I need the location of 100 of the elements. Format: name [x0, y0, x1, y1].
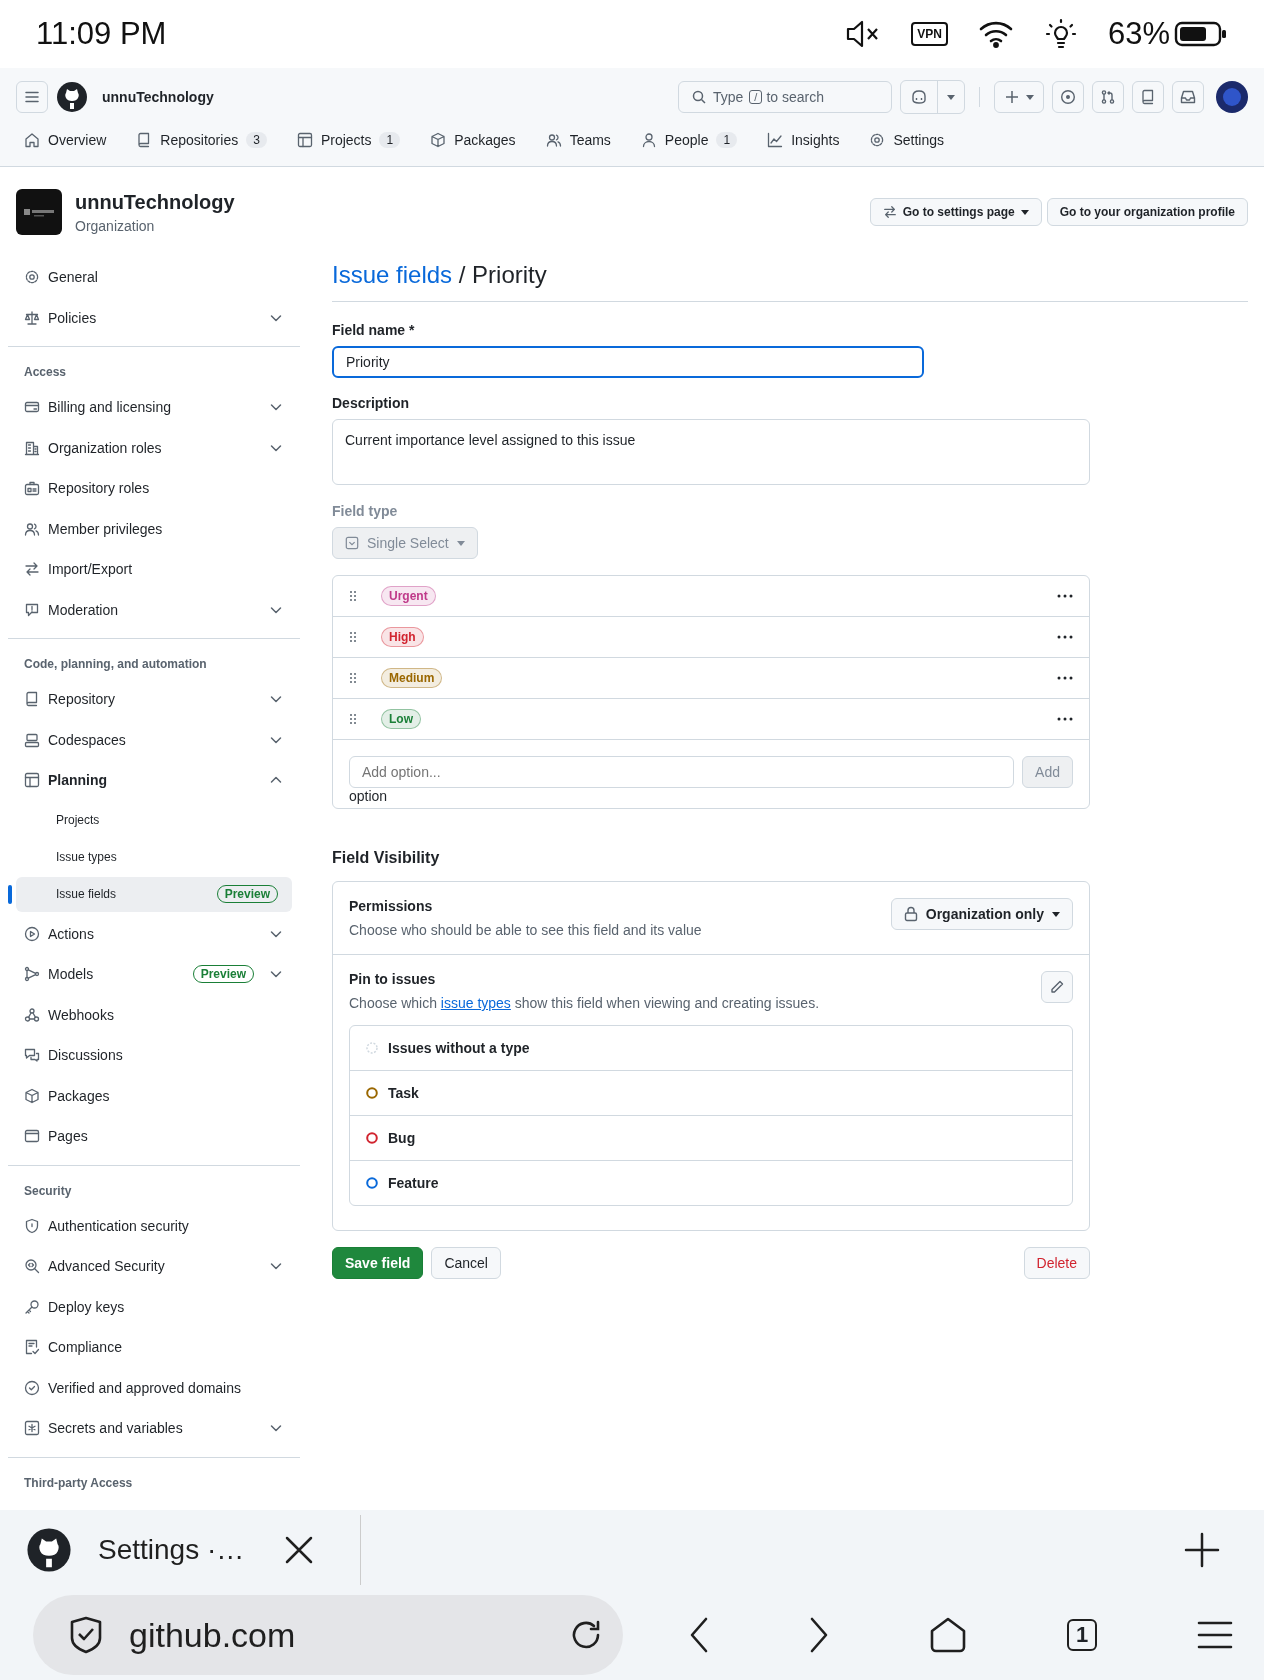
home-icon[interactable] — [929, 1616, 967, 1654]
drag-handle-icon[interactable] — [349, 672, 357, 684]
menu-button[interactable] — [16, 81, 48, 113]
sidebar-item[interactable]: Pages — [8, 1116, 300, 1157]
settings-page-button[interactable]: Go to settings page — [869, 198, 1042, 226]
breadcrumb-link[interactable]: Issue fields — [332, 261, 453, 288]
issue-type-row: Issues without a type — [350, 1026, 1072, 1070]
option-label: Low — [381, 709, 421, 729]
nav-tab[interactable]: Teams — [537, 132, 619, 148]
sidebar-subitem[interactable]: Projects — [16, 802, 292, 838]
sidebar-item[interactable]: Codespaces — [8, 719, 300, 760]
scale-icon — [24, 309, 40, 326]
address-bar[interactable]: github.com — [33, 1595, 623, 1675]
kebab-icon — [1057, 676, 1073, 680]
create-button[interactable] — [994, 81, 1044, 113]
nav-tab[interactable]: Packages — [422, 132, 524, 148]
id-card-icon — [24, 480, 40, 497]
plus-icon — [1004, 89, 1020, 105]
sidebar-item[interactable]: Billing and licensing — [8, 387, 300, 428]
drag-handle-icon[interactable] — [349, 631, 357, 643]
magnifier-icon — [24, 1258, 40, 1275]
sidebar-item[interactable]: General — [8, 257, 300, 298]
caret-icon — [1052, 911, 1060, 917]
drag-handle-icon[interactable] — [349, 713, 357, 725]
caret-icon — [1020, 209, 1029, 215]
edit-button[interactable] — [1041, 971, 1073, 1003]
book-icon — [1140, 89, 1156, 105]
field-label: Field name * — [332, 322, 415, 338]
repositories-button[interactable] — [1132, 81, 1164, 113]
battery-percent: 63% — [1107, 16, 1170, 52]
org-type: Organization — [75, 217, 156, 234]
sidebar-item[interactable]: Webhooks — [8, 994, 300, 1035]
sidebar-item[interactable]: Member privileges — [8, 508, 300, 549]
menu-icon[interactable] — [1197, 1620, 1233, 1650]
cancel-button[interactable]: Cancel — [431, 1247, 501, 1279]
sidebar-item[interactable]: Packages — [8, 1075, 300, 1116]
sidebar-item[interactable]: Moderation — [8, 589, 300, 630]
sidebar-item[interactable]: Policies — [8, 297, 300, 338]
octocat-logo-icon — [26, 1527, 72, 1573]
drag-handle-icon[interactable] — [349, 590, 357, 602]
nav-tab[interactable]: Settings — [861, 132, 952, 148]
bulb-icon — [1043, 17, 1078, 51]
sidebar-item[interactable]: Verified and approved domains — [8, 1367, 300, 1408]
sidebar-item[interactable]: Import/Export — [8, 549, 300, 590]
octocat-logo-icon[interactable] — [56, 81, 88, 113]
nav-tab[interactable]: Repositories 3 — [128, 132, 275, 148]
back-icon[interactable] — [689, 1616, 709, 1654]
sidebar-item[interactable]: Models Preview — [8, 954, 300, 995]
nav-tab[interactable]: Projects 1 — [288, 132, 409, 148]
nav-tab[interactable]: Overview — [16, 132, 115, 148]
inbox-icon — [1180, 89, 1196, 105]
gear-icon — [24, 269, 40, 286]
option-text: option — [349, 788, 388, 804]
caret-icon — [456, 540, 465, 546]
sidebar-item[interactable]: Planning — [8, 760, 300, 801]
sidebar-item[interactable]: Secrets and variables — [8, 1408, 300, 1449]
pull-requests-button[interactable] — [1092, 81, 1124, 113]
field-label: Description — [332, 395, 409, 411]
comment-icon — [24, 601, 40, 618]
description-field[interactable]: Current importance level assigned to this issue — [332, 419, 1090, 485]
name-input[interactable]: Priority — [332, 346, 924, 378]
tab-count-button[interactable]: 1 — [1067, 1619, 1097, 1651]
cube-icon — [430, 132, 447, 148]
plus-icon[interactable] — [1184, 1532, 1220, 1568]
org-name[interactable]: unnuTechnology — [102, 89, 214, 105]
forward-icon[interactable] — [809, 1616, 829, 1654]
issue-types-link[interactable]: issue types — [440, 995, 511, 1011]
laptop-icon — [24, 731, 40, 748]
sidebar-item[interactable]: Organization roles — [8, 427, 300, 468]
add-option-field[interactable]: Add option... — [349, 756, 1015, 788]
permissions-dropdown[interactable]: Organization only — [890, 898, 1073, 930]
sidebar-item[interactable]: Actions — [8, 913, 300, 954]
save-button[interactable]: Save field — [332, 1247, 424, 1279]
browser-tab-title[interactable]: Settings ·… — [98, 1534, 258, 1566]
lock-icon — [903, 906, 918, 922]
nav-tab[interactable]: People 1 — [632, 132, 746, 148]
sidebar-item[interactable]: Advanced Security — [8, 1246, 300, 1287]
sidebar-subitem[interactable]: Issue types — [16, 839, 292, 875]
sidebar-item[interactable]: Authentication security — [8, 1205, 300, 1246]
sidebar-item[interactable]: Deploy keys — [8, 1286, 300, 1327]
breadcrumb-separator: / — [458, 261, 466, 288]
sidebar-item[interactable]: Compliance — [8, 1327, 300, 1368]
browser-icon — [24, 1128, 40, 1145]
nav-tab[interactable]: Insights — [759, 132, 848, 148]
section-heading: Security — [23, 1182, 73, 1200]
sidebar-item[interactable]: Repository — [8, 679, 300, 720]
org-profile-button[interactable]: Go to your organization profile — [1046, 198, 1248, 226]
search-field[interactable]: Type / to search — [678, 81, 892, 113]
delete-button[interactable]: Delete — [1023, 1247, 1090, 1279]
nodes-icon — [24, 966, 40, 983]
avatar[interactable] — [1216, 81, 1248, 113]
close-icon[interactable] — [284, 1535, 314, 1565]
inbox-button[interactable] — [1172, 81, 1204, 113]
sidebar-item[interactable]: Discussions — [8, 1035, 300, 1076]
sidebar-item[interactable]: Repository roles — [8, 468, 300, 509]
table-icon — [24, 772, 40, 789]
status-time: 11:09 PM — [36, 16, 167, 52]
count-badge: 1 — [716, 132, 738, 148]
kebab-icon — [1057, 635, 1073, 639]
issues-button[interactable] — [1052, 81, 1084, 113]
